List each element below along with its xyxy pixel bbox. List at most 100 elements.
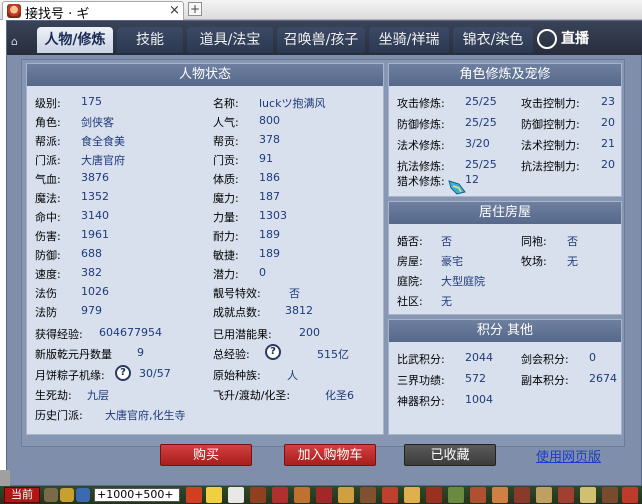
stat-value: 189 (259, 247, 280, 260)
character-status-panel: 人物状态 级别: 175 角色: 剑侠客 帮派: 食全食美 门派: 大唐官府 气血: 3876 魔法… (26, 63, 384, 435)
total-exp-help-icon[interactable]: ? (265, 344, 281, 360)
screen: 接找号 · ギ × + ⌂ 人物/修炼 技能 道具/法宝 召唤兽/孩子 坐骑/祥… (0, 0, 642, 504)
stat-label: 速度: (35, 268, 61, 281)
ranch-label: 牧场: (521, 255, 547, 268)
item-slot-16-icon[interactable] (514, 487, 530, 503)
merit-value: 572 (465, 372, 486, 385)
scrollbar-handle[interactable] (0, 470, 10, 486)
item-slot-5-icon[interactable] (272, 487, 288, 503)
item-slot-8-icon[interactable] (338, 487, 354, 503)
favorited-button[interactable]: 已收藏 (404, 444, 496, 466)
cultivation-value: 25/25 (465, 116, 497, 129)
qiankun-label: 新版乾元丹数量 (35, 348, 112, 361)
life-death-value: 九层 (87, 389, 109, 402)
stat-value: 食全食美 (81, 135, 125, 148)
item-slot-15-icon[interactable] (492, 487, 508, 503)
character-status-header: 人物状态 (27, 64, 383, 86)
item-slot-19-icon[interactable] (580, 487, 596, 503)
house-label: 房屋: (397, 255, 423, 268)
chat-channel-icon[interactable] (76, 488, 90, 502)
stat-label: 力量: (213, 211, 239, 224)
housing-panel: 居住房屋 婚否: 否 同袍: 否 房屋: 豪宅 牧场: 无 庭院: 大型庭院 社… (388, 201, 622, 315)
cultivation-label: 法术修炼: (397, 139, 445, 152)
qiankun-value: 9 (137, 346, 144, 359)
item-slot-18-icon[interactable] (558, 487, 574, 503)
window-menu-icon[interactable]: ⌂ (11, 35, 33, 53)
tab-summons[interactable]: 召唤兽/孩子 (277, 27, 365, 53)
stat-value: 175 (81, 95, 102, 108)
browser-tab[interactable]: 接找号 · ギ × (2, 1, 184, 22)
item-slot-1-icon[interactable] (186, 487, 202, 503)
stat-value: 378 (259, 133, 280, 146)
mooncake-help-icon[interactable]: ? (115, 365, 131, 381)
microphone-icon[interactable] (44, 488, 58, 502)
used-potential-value: 200 (299, 326, 320, 339)
hunt-value: 12 (465, 173, 479, 186)
item-slot-20-icon[interactable] (602, 487, 618, 503)
stat-label: 帮贡: (213, 135, 239, 148)
artifact-label: 神器积分: (397, 395, 445, 408)
item-slot-7-icon[interactable] (316, 487, 332, 503)
buy-button[interactable]: 购买 (160, 444, 252, 466)
stat-value: 否 (289, 287, 300, 300)
emote-icon[interactable] (60, 488, 74, 502)
cultivation-value: 3/20 (465, 137, 490, 150)
add-to-cart-button[interactable]: 加入购物车 (284, 444, 376, 466)
cultivation-value: 25/25 (465, 158, 497, 171)
game-window: ⌂ 人物/修炼 技能 道具/法宝 召唤兽/孩子 坐骑/祥瑞 锦衣/染色 直播 人… (6, 20, 642, 486)
stat-value: 91 (259, 152, 273, 165)
stat-label: 潜力: (213, 268, 239, 281)
close-tab-icon[interactable]: × (169, 3, 180, 18)
item-slot-21-icon[interactable] (622, 487, 638, 503)
dungeon-label: 副本积分: (521, 374, 569, 387)
dungeon-value: 2674 (589, 372, 617, 385)
stat-label: 靓号特效: (213, 287, 261, 300)
cc-live-logo: 直播 (537, 27, 635, 51)
stat-value: 1961 (81, 228, 109, 241)
tab-mounts[interactable]: 坐骑/祥瑞 (369, 27, 449, 53)
stat-value: luckツ抱满风 (259, 97, 326, 110)
chat-input[interactable]: +1000+500+ (94, 488, 180, 502)
channel-current-button[interactable]: 当前 (4, 487, 40, 503)
item-slot-9-icon[interactable] (360, 487, 376, 503)
community-value: 无 (441, 295, 452, 308)
stat-label: 人气: (213, 116, 239, 129)
item-slot-12-icon[interactable] (426, 487, 442, 503)
web-version-link[interactable]: 使用网页版 (536, 446, 601, 465)
tab-outfits[interactable]: 锦衣/染色 (453, 27, 533, 53)
stat-value: 剑侠客 (81, 116, 114, 129)
stat-label: 防御: (35, 249, 61, 262)
stat-label: 帮派: (35, 135, 61, 148)
item-slot-17-icon[interactable] (536, 487, 552, 503)
control-value: 21 (601, 137, 615, 150)
control-label: 法术控制力: (521, 139, 580, 152)
new-tab-button[interactable]: + (188, 2, 202, 16)
game-favicon-icon (7, 4, 21, 18)
ascend-value: 化圣6 (325, 389, 354, 402)
married-value: 否 (441, 235, 452, 248)
stat-label: 敏捷: (213, 249, 239, 262)
stat-value: 3876 (81, 171, 109, 184)
item-slot-14-icon[interactable] (470, 487, 486, 503)
cultivation-value: 25/25 (465, 95, 497, 108)
item-slot-2-icon[interactable] (206, 487, 222, 503)
used-potential-label: 已用潜能果: (213, 328, 272, 341)
cultivation-label: 抗法修炼: (397, 160, 445, 173)
stat-label: 成就点数: (213, 306, 261, 319)
item-slot-11-icon[interactable] (404, 487, 420, 503)
tab-items[interactable]: 道具/法宝 (187, 27, 273, 53)
sword-value: 0 (589, 351, 596, 364)
item-slot-4-icon[interactable] (250, 487, 266, 503)
tab-character[interactable]: 人物/修炼 (37, 27, 113, 53)
tab-skills[interactable]: 技能 (117, 27, 183, 53)
stat-value: 1026 (81, 285, 109, 298)
item-slot-10-icon[interactable] (382, 487, 398, 503)
item-slot-6-icon[interactable] (294, 487, 310, 503)
stat-label: 伤害: (35, 230, 61, 243)
cultivation-label: 攻击修炼: (397, 97, 445, 110)
item-slot-3-icon[interactable] (228, 487, 244, 503)
stat-value: 189 (259, 228, 280, 241)
item-slot-13-icon[interactable] (448, 487, 464, 503)
points-panel: 积分 其他 比武积分: 2044 剑会积分: 0 三界功绩: 572 副本积分:… (388, 319, 622, 435)
hunt-label: 猎术修炼: (397, 175, 445, 188)
